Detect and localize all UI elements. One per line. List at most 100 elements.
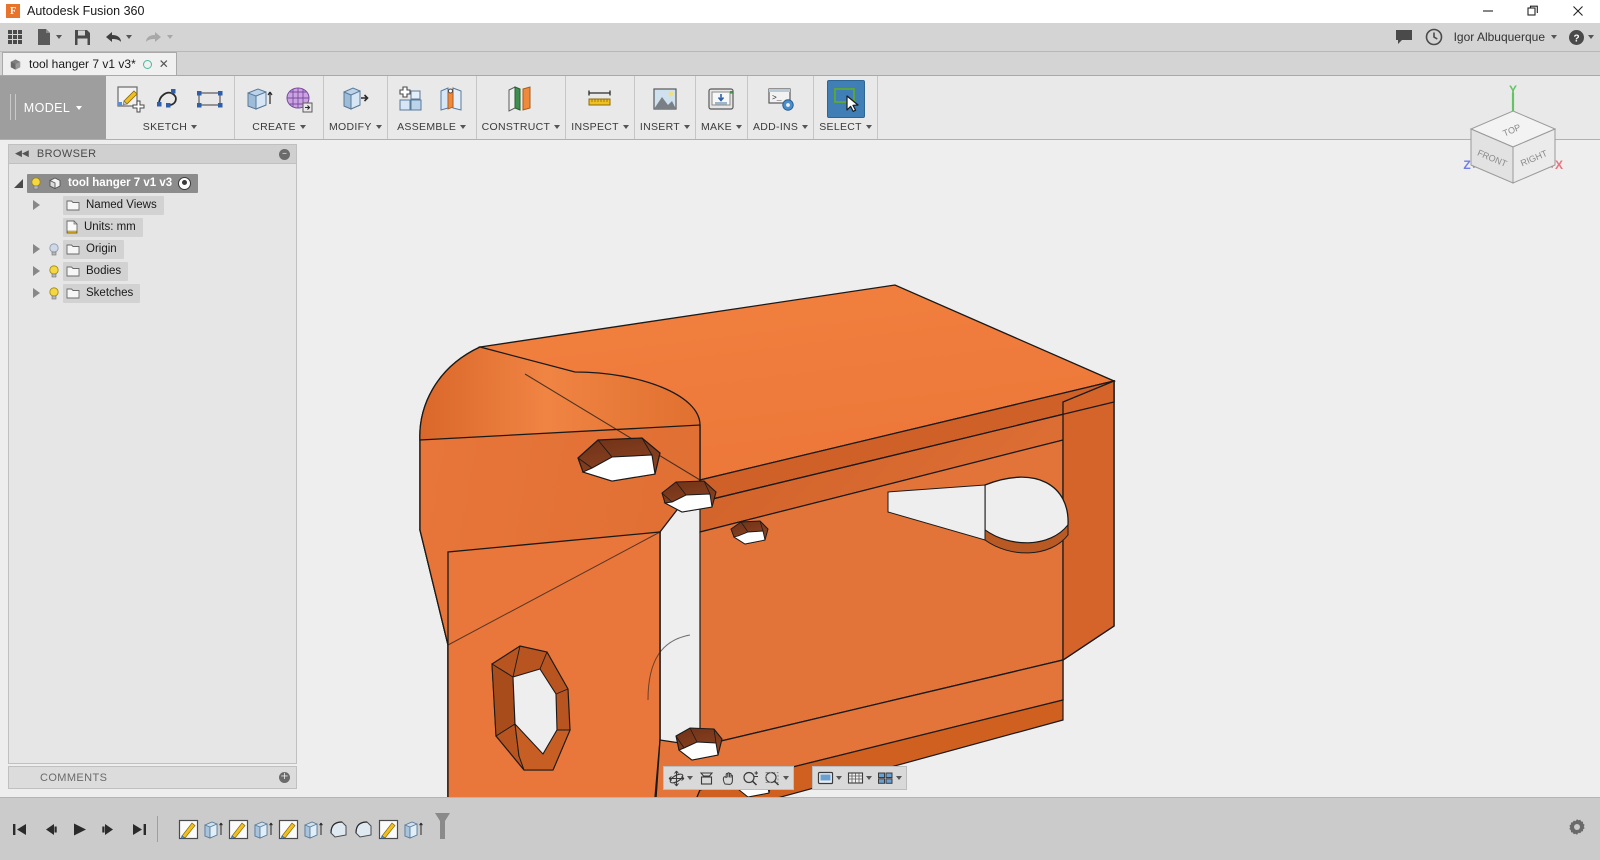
ribbon-group-label[interactable]: SELECT	[819, 118, 872, 135]
chevron-down-icon	[836, 776, 842, 780]
maximize-button[interactable]	[1510, 0, 1555, 23]
tree-row[interactable]: tool hanger 7 v1 v3	[9, 172, 296, 194]
lightbulb-on-icon[interactable]	[48, 265, 60, 278]
timeline-feature-extrude[interactable]	[303, 819, 324, 840]
tree-row[interactable]: Units: mm	[9, 216, 296, 238]
expander[interactable]	[27, 244, 45, 254]
radio-target-icon[interactable]	[178, 177, 191, 190]
extrude-button[interactable]	[240, 80, 278, 118]
lightbulb-on-icon[interactable]	[48, 287, 60, 300]
timeline-go-to-beginning-button[interactable]	[9, 818, 29, 840]
ribbon-group-label[interactable]: SKETCH	[111, 118, 229, 135]
cube-faces[interactable]: TOP FRONT RIGHT	[1471, 111, 1555, 183]
ribbon-group-label[interactable]: MODIFY	[329, 118, 382, 135]
timeline-feature-extrude[interactable]	[403, 819, 424, 840]
tree-node-units[interactable]: Units: mm	[63, 218, 143, 237]
zoom-button[interactable]	[740, 768, 761, 789]
fit-button[interactable]	[762, 768, 791, 789]
job-status-button[interactable]	[1419, 23, 1449, 52]
measure-button[interactable]	[581, 80, 619, 118]
ribbon-label-text: SELECT	[819, 121, 862, 133]
close-button[interactable]	[1555, 0, 1600, 23]
rectangle-button[interactable]	[191, 80, 229, 118]
axis-y-label: Y	[1509, 85, 1517, 97]
select-tool-button[interactable]	[827, 80, 865, 118]
axis-z-label: Z	[1463, 158, 1470, 172]
lightbulb-on-icon[interactable]	[30, 177, 42, 190]
timeline-feature-sketch[interactable]	[378, 819, 399, 840]
lightbulb-off-icon[interactable]	[48, 243, 60, 256]
file-menu-button[interactable]	[30, 23, 68, 52]
create-form-button[interactable]	[280, 80, 318, 118]
tree-row[interactable]: Bodies	[9, 260, 296, 282]
folder-icon	[66, 199, 80, 211]
spline-button[interactable]	[151, 80, 189, 118]
comments-panel[interactable]: COMMENTS +	[8, 766, 297, 789]
expander[interactable]	[27, 200, 45, 210]
display-settings-button[interactable]	[815, 768, 844, 789]
expander[interactable]	[27, 266, 45, 276]
notifications-button[interactable]	[1389, 23, 1419, 52]
minus-circle-icon[interactable]: –	[279, 149, 290, 160]
question-mark-icon: ?	[1568, 29, 1585, 46]
minimize-button[interactable]	[1465, 0, 1510, 23]
close-icon[interactable]: ✕	[159, 57, 169, 71]
timeline-marker-icon[interactable]	[434, 812, 451, 847]
create-sketch-button[interactable]	[111, 80, 149, 118]
tree-node-sketches[interactable]: Sketches	[63, 284, 140, 303]
fillet-icon	[353, 819, 374, 840]
timeline-feature-sketch[interactable]	[178, 819, 199, 840]
timeline-feature-extrude[interactable]	[203, 819, 224, 840]
look-at-button[interactable]	[696, 768, 717, 789]
ribbon-group-label[interactable]: INSERT	[640, 118, 690, 135]
grid-snap-button[interactable]	[845, 768, 874, 789]
3d-print-button[interactable]	[702, 80, 740, 118]
insert-mcmaster-button[interactable]	[646, 80, 684, 118]
scripts-addins-button[interactable]: >_	[762, 80, 800, 118]
expander[interactable]	[27, 288, 45, 298]
workspace-selector[interactable]: MODEL	[0, 76, 106, 139]
tree-node-named-views[interactable]: Named Views	[63, 196, 164, 215]
tree-node-root[interactable]: tool hanger 7 v1 v3	[27, 174, 198, 193]
timeline-feature-sketch[interactable]	[278, 819, 299, 840]
new-component-button[interactable]	[393, 80, 431, 118]
ribbon-group-label[interactable]: CREATE	[240, 118, 318, 135]
timeline-play-button[interactable]	[69, 818, 89, 840]
timeline-settings-button[interactable]	[1568, 818, 1586, 841]
timeline-step-back-button[interactable]	[39, 818, 59, 840]
press-pull-button[interactable]	[336, 80, 374, 118]
timeline-feature-fillet[interactable]	[328, 819, 349, 840]
undo-button[interactable]	[97, 23, 138, 52]
user-account-button[interactable]: Igor Albuquerque	[1449, 23, 1562, 52]
timeline-feature-sketch[interactable]	[228, 819, 249, 840]
pan-button[interactable]	[718, 768, 739, 789]
viewport-layout-button[interactable]	[875, 768, 904, 789]
plus-circle-icon[interactable]: +	[279, 772, 290, 783]
timeline-step-forward-button[interactable]	[99, 818, 119, 840]
tree-row[interactable]: Origin	[9, 238, 296, 260]
tree-node-origin[interactable]: Origin	[63, 240, 124, 259]
ribbon-group-label[interactable]: INSPECT	[571, 118, 629, 135]
ribbon-group-label[interactable]: ASSEMBLE	[393, 118, 471, 135]
offset-plane-button[interactable]	[502, 80, 540, 118]
ribbon-group-label[interactable]: ADD-INS	[753, 118, 808, 135]
tree-row[interactable]: Sketches	[9, 282, 296, 304]
show-data-panel-button[interactable]	[0, 23, 30, 52]
tree-row[interactable]: Named Views	[9, 194, 296, 216]
view-cube[interactable]: Y Z X TOP FRONT RIGHT	[1443, 85, 1583, 210]
tree-node-bodies[interactable]: Bodies	[63, 262, 128, 281]
document-tab[interactable]: tool hanger 7 v1 v3* ✕	[2, 52, 177, 75]
joint-button[interactable]	[433, 80, 471, 118]
expander[interactable]	[9, 179, 27, 188]
double-chevron-left-icon[interactable]: ◀◀	[15, 149, 29, 159]
timeline-feature-extrude[interactable]	[253, 819, 274, 840]
ribbon-group-label[interactable]: MAKE	[701, 118, 742, 135]
orbit-button[interactable]	[666, 768, 695, 789]
timeline-feature-fillet[interactable]	[353, 819, 374, 840]
help-button[interactable]: ?	[1562, 23, 1600, 52]
ribbon-group-label[interactable]: CONSTRUCT	[482, 118, 561, 135]
tree-node-label: Origin	[86, 243, 117, 255]
save-button[interactable]	[68, 23, 97, 52]
redo-button[interactable]	[138, 23, 179, 52]
timeline-go-to-end-button[interactable]	[129, 818, 149, 840]
